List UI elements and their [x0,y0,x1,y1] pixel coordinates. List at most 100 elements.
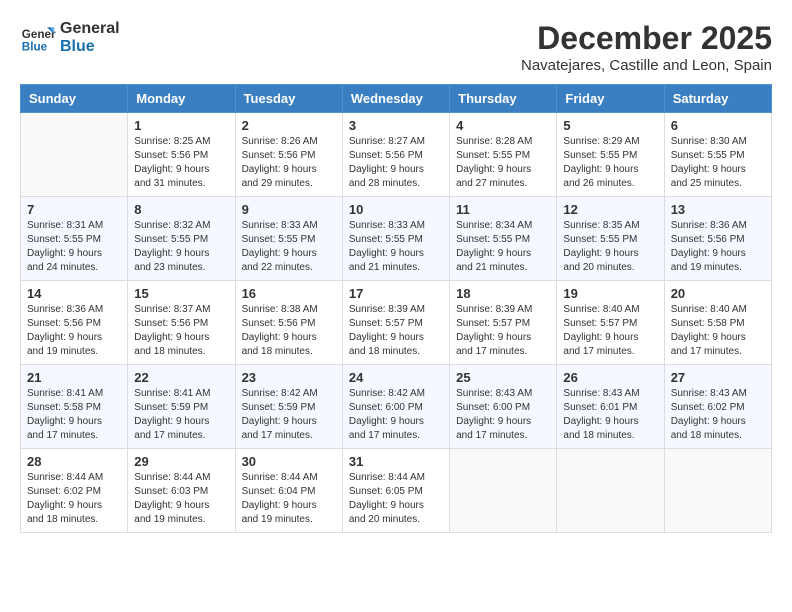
day-info: Sunrise: 8:26 AMSunset: 5:56 PMDaylight:… [242,135,336,191]
day-number: 21 [27,370,121,385]
logo-blue: Blue [60,38,120,56]
month-year-title: December 2025 [521,20,772,57]
day-number: 17 [349,286,443,301]
calendar-week-2: 7 Sunrise: 8:31 AMSunset: 5:55 PMDaylight… [21,197,772,281]
table-row: 15 Sunrise: 8:37 AMSunset: 5:56 PMDayligh… [128,281,235,365]
logo-general: General [60,20,120,38]
day-info: Sunrise: 8:44 AMSunset: 6:05 PMDaylight:… [349,471,443,527]
table-row: 24 Sunrise: 8:42 AMSunset: 6:00 PMDayligh… [342,365,449,449]
day-info: Sunrise: 8:41 AMSunset: 5:59 PMDaylight:… [134,387,228,443]
day-info: Sunrise: 8:44 AMSunset: 6:04 PMDaylight:… [242,471,336,527]
day-number: 26 [563,370,657,385]
day-number: 10 [349,202,443,217]
day-info: Sunrise: 8:35 AMSunset: 5:55 PMDaylight:… [563,219,657,275]
day-number: 24 [349,370,443,385]
table-row [664,449,771,533]
day-info: Sunrise: 8:44 AMSunset: 6:03 PMDaylight:… [134,471,228,527]
logo-icon: General Blue [20,20,56,56]
day-number: 30 [242,454,336,469]
day-info: Sunrise: 8:33 AMSunset: 5:55 PMDaylight:… [349,219,443,275]
table-row [21,113,128,197]
day-info: Sunrise: 8:33 AMSunset: 5:55 PMDaylight:… [242,219,336,275]
day-number: 23 [242,370,336,385]
calendar-header-row: SundayMondayTuesdayWednesdayThursdayFrid… [21,85,772,113]
svg-text:Blue: Blue [22,41,48,54]
day-number: 2 [242,118,336,133]
location-subtitle: Navatejares, Castille and Leon, Spain [521,57,772,74]
table-row: 27 Sunrise: 8:43 AMSunset: 6:02 PMDayligh… [664,365,771,449]
table-row: 22 Sunrise: 8:41 AMSunset: 5:59 PMDayligh… [128,365,235,449]
day-number: 6 [671,118,765,133]
day-info: Sunrise: 8:32 AMSunset: 5:55 PMDaylight:… [134,219,228,275]
day-info: Sunrise: 8:28 AMSunset: 5:55 PMDaylight:… [456,135,550,191]
day-info: Sunrise: 8:42 AMSunset: 6:00 PMDaylight:… [349,387,443,443]
day-info: Sunrise: 8:39 AMSunset: 5:57 PMDaylight:… [349,303,443,359]
day-number: 8 [134,202,228,217]
day-number: 14 [27,286,121,301]
day-number: 22 [134,370,228,385]
day-number: 27 [671,370,765,385]
day-info: Sunrise: 8:36 AMSunset: 5:56 PMDaylight:… [671,219,765,275]
table-row: 5Sunrise: 8:29 AMSunset: 5:55 PMDaylight… [557,113,664,197]
table-row: 21 Sunrise: 8:41 AMSunset: 5:58 PMDayligh… [21,365,128,449]
day-number: 7 [27,202,121,217]
table-row: 1Sunrise: 8:25 AMSunset: 5:56 PMDaylight… [128,113,235,197]
day-info: Sunrise: 8:43 AMSunset: 6:01 PMDaylight:… [563,387,657,443]
table-row [450,449,557,533]
day-number: 1 [134,118,228,133]
day-info: Sunrise: 8:37 AMSunset: 5:56 PMDaylight:… [134,303,228,359]
day-number: 20 [671,286,765,301]
table-row: 18 Sunrise: 8:39 AMSunset: 5:57 PMDayligh… [450,281,557,365]
day-number: 25 [456,370,550,385]
col-header-saturday: Saturday [664,85,771,113]
table-row: 3 Sunrise: 8:27 AMSunset: 5:56 PMDaylight… [342,113,449,197]
day-number: 13 [671,202,765,217]
table-row [557,449,664,533]
table-row: 7 Sunrise: 8:31 AMSunset: 5:55 PMDaylight… [21,197,128,281]
day-info: Sunrise: 8:38 AMSunset: 5:56 PMDaylight:… [242,303,336,359]
calendar-week-4: 21 Sunrise: 8:41 AMSunset: 5:58 PMDayligh… [21,365,772,449]
day-info: Sunrise: 8:44 AMSunset: 6:02 PMDaylight:… [27,471,121,527]
table-row: 23 Sunrise: 8:42 AMSunset: 5:59 PMDayligh… [235,365,342,449]
day-info: Sunrise: 8:34 AMSunset: 5:55 PMDaylight:… [456,219,550,275]
day-number: 12 [563,202,657,217]
day-info: Sunrise: 8:31 AMSunset: 5:55 PMDaylight:… [27,219,121,275]
logo: General Blue General Blue [20,20,120,57]
col-header-monday: Monday [128,85,235,113]
table-row: 6 Sunrise: 8:30 AMSunset: 5:55 PMDaylight… [664,113,771,197]
table-row: 4Sunrise: 8:28 AMSunset: 5:55 PMDaylight… [450,113,557,197]
day-info: Sunrise: 8:39 AMSunset: 5:57 PMDaylight:… [456,303,550,359]
day-info: Sunrise: 8:43 AMSunset: 6:00 PMDaylight:… [456,387,550,443]
day-info: Sunrise: 8:40 AMSunset: 5:57 PMDaylight:… [563,303,657,359]
day-info: Sunrise: 8:42 AMSunset: 5:59 PMDaylight:… [242,387,336,443]
table-row: 14 Sunrise: 8:36 AMSunset: 5:56 PMDayligh… [21,281,128,365]
day-info: Sunrise: 8:30 AMSunset: 5:55 PMDaylight:… [671,135,765,191]
day-number: 16 [242,286,336,301]
table-row: 26 Sunrise: 8:43 AMSunset: 6:01 PMDayligh… [557,365,664,449]
table-row: 2 Sunrise: 8:26 AMSunset: 5:56 PMDaylight… [235,113,342,197]
table-row: 9 Sunrise: 8:33 AMSunset: 5:55 PMDaylight… [235,197,342,281]
day-info: Sunrise: 8:36 AMSunset: 5:56 PMDaylight:… [27,303,121,359]
day-number: 9 [242,202,336,217]
table-row: 19Sunrise: 8:40 AMSunset: 5:57 PMDayligh… [557,281,664,365]
day-number: 3 [349,118,443,133]
day-number: 18 [456,286,550,301]
col-header-tuesday: Tuesday [235,85,342,113]
day-number: 29 [134,454,228,469]
day-number: 15 [134,286,228,301]
calendar-week-3: 14 Sunrise: 8:36 AMSunset: 5:56 PMDayligh… [21,281,772,365]
calendar-week-1: 1Sunrise: 8:25 AMSunset: 5:56 PMDaylight… [21,113,772,197]
table-row: 31Sunrise: 8:44 AMSunset: 6:05 PMDayligh… [342,449,449,533]
col-header-thursday: Thursday [450,85,557,113]
day-info: Sunrise: 8:41 AMSunset: 5:58 PMDaylight:… [27,387,121,443]
table-row: 8 Sunrise: 8:32 AMSunset: 5:55 PMDaylight… [128,197,235,281]
day-info: Sunrise: 8:29 AMSunset: 5:55 PMDaylight:… [563,135,657,191]
day-info: Sunrise: 8:27 AMSunset: 5:56 PMDaylight:… [349,135,443,191]
calendar-week-5: 28 Sunrise: 8:44 AMSunset: 6:02 PMDayligh… [21,449,772,533]
day-info: Sunrise: 8:43 AMSunset: 6:02 PMDaylight:… [671,387,765,443]
table-row: 28 Sunrise: 8:44 AMSunset: 6:02 PMDayligh… [21,449,128,533]
table-row: 10 Sunrise: 8:33 AMSunset: 5:55 PMDayligh… [342,197,449,281]
table-row: 17 Sunrise: 8:39 AMSunset: 5:57 PMDayligh… [342,281,449,365]
day-number: 28 [27,454,121,469]
day-info: Sunrise: 8:40 AMSunset: 5:58 PMDaylight:… [671,303,765,359]
